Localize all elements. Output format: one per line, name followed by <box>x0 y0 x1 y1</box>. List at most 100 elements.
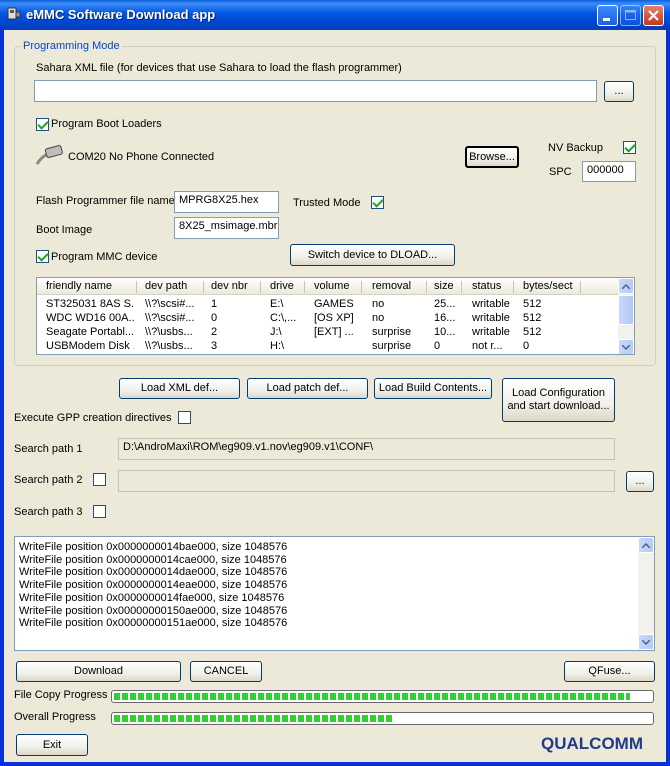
log-line: WriteFile position 0x00000000150ae000, s… <box>19 604 288 617</box>
nv-backup-label: NV Backup <box>548 142 604 154</box>
trusted-mode-checkbox[interactable] <box>371 196 384 209</box>
flash-programmer-label: Flash Programmer file name <box>36 195 175 207</box>
chevron-down-icon <box>642 639 650 645</box>
spc-input[interactable]: 000000 <box>582 161 636 182</box>
program-boot-loaders-checkbox[interactable] <box>36 118 49 131</box>
maximize-icon <box>625 10 636 20</box>
scroll-down-button[interactable] <box>638 634 654 650</box>
file-copy-progress-label: File Copy Progress <box>14 689 108 701</box>
scroll-thumb[interactable] <box>618 295 634 325</box>
sahara-xml-input[interactable] <box>34 80 597 102</box>
nv-backup-checkbox[interactable] <box>623 141 636 154</box>
scroll-down-button[interactable] <box>618 339 634 354</box>
table-cell: not r... <box>472 340 503 352</box>
table-cell: ST325031 8AS S... <box>46 298 134 310</box>
search-path-3-checkbox[interactable] <box>93 505 106 518</box>
search-path-1-input[interactable]: D:\AndroMaxi\ROM\eg909.v1.nov\eg909.v1\C… <box>118 438 615 460</box>
log-line: WriteFile position 0x0000000014dae000, s… <box>19 566 288 579</box>
table-cell: 512 <box>523 298 542 310</box>
table-cell: no <box>372 312 385 324</box>
exit-button[interactable]: Exit <box>16 734 88 756</box>
table-cell: [OS XP] <box>314 312 354 324</box>
maximize-button <box>620 5 641 26</box>
load-build-button[interactable]: Load Build Contents... <box>374 378 492 399</box>
table-cell: Seagate Portabl... <box>46 326 134 338</box>
file-copy-progress-bar <box>111 690 654 703</box>
table-cell: J:\ <box>270 326 282 338</box>
column-header[interactable]: removal <box>372 280 411 292</box>
log-output[interactable]: WriteFile position 0x0000000014bae000, s… <box>14 536 655 651</box>
log-line: WriteFile position 0x00000000151ae000, s… <box>19 617 288 630</box>
program-boot-loaders-label: Program Boot Loaders <box>51 118 162 130</box>
close-icon <box>648 10 659 21</box>
minimize-icon <box>603 18 610 21</box>
table-cell: C:\,... <box>270 312 297 324</box>
column-header[interactable]: dev path <box>145 280 187 292</box>
table-cell: 10... <box>434 326 456 338</box>
title-bar[interactable]: eMMC Software Download app <box>0 0 670 30</box>
chevron-up-icon <box>622 283 630 289</box>
table-cell: writable <box>472 312 510 324</box>
table-cell: 0 <box>434 340 441 352</box>
table-cell: \\?\usbs... <box>145 340 193 352</box>
flash-programmer-input[interactable]: MPRG8X25.hex <box>174 191 279 213</box>
sahara-browse-button[interactable]: ... <box>604 81 634 102</box>
overall-progress-fill <box>114 715 393 722</box>
scroll-up-button[interactable] <box>638 537 654 553</box>
log-line: WriteFile position 0x0000000014cae000, s… <box>19 553 287 566</box>
table-cell: surprise <box>372 326 412 338</box>
program-mmc-checkbox[interactable] <box>36 250 49 263</box>
column-header[interactable]: size <box>434 280 454 292</box>
search-path-2-browse-button[interactable]: ... <box>626 471 654 492</box>
minimize-button[interactable] <box>597 5 618 26</box>
window-title: eMMC Software Download app <box>26 7 216 22</box>
table-cell: 16... <box>434 312 456 324</box>
device-list-scrollbar[interactable] <box>618 278 634 354</box>
switch-dload-button[interactable]: Switch device to DLOAD... <box>290 244 455 266</box>
column-header[interactable]: status <box>472 280 501 292</box>
table-cell: 512 <box>523 312 542 324</box>
search-path-2-label: Search path 2 <box>14 474 83 486</box>
search-path-2-checkbox[interactable] <box>93 473 106 486</box>
download-button[interactable]: Download <box>16 661 181 682</box>
scroll-up-button[interactable] <box>618 278 634 294</box>
column-header[interactable]: bytes/sect <box>523 280 573 292</box>
device-list[interactable]: friendly name dev path dev nbr drive vol… <box>36 277 635 355</box>
column-header[interactable]: friendly name <box>46 280 112 292</box>
log-scrollbar[interactable] <box>638 537 654 650</box>
gpp-checkbox[interactable] <box>178 411 191 424</box>
load-patch-button[interactable]: Load patch def... <box>247 378 368 399</box>
device-list-header: friendly name dev path dev nbr drive vol… <box>37 278 634 295</box>
table-cell: 0 <box>523 340 530 352</box>
load-config-button[interactable]: Load Configuration and start download... <box>502 378 615 422</box>
column-header[interactable]: volume <box>314 280 349 292</box>
table-cell: E:\ <box>270 298 284 310</box>
cancel-button[interactable]: CANCEL <box>190 661 262 682</box>
search-path-1-label: Search path 1 <box>14 443 83 455</box>
file-copy-progress-fill <box>114 693 630 700</box>
gpp-label: Execute GPP creation directives <box>14 412 172 424</box>
table-cell: \\?\scsi#... <box>145 298 195 310</box>
table-cell: 1 <box>211 298 218 310</box>
trusted-mode-label: Trusted Mode <box>293 197 361 209</box>
overall-progress-bar <box>111 712 654 725</box>
table-cell: writable <box>472 298 510 310</box>
table-cell: WDC WD16 00A... <box>46 312 134 324</box>
table-cell: USBModem Disk ... <box>46 340 134 352</box>
table-cell: 0 <box>211 312 218 324</box>
table-cell: H:\ <box>270 340 285 352</box>
boot-image-input[interactable]: 8X25_msimage.mbr <box>174 217 279 239</box>
column-header[interactable]: drive <box>270 280 294 292</box>
table-cell: no <box>372 298 385 310</box>
log-line: WriteFile position 0x0000000014eae000, s… <box>19 579 288 592</box>
log-line: WriteFile position 0x0000000014bae000, s… <box>19 541 288 553</box>
close-button[interactable] <box>643 5 664 26</box>
program-mmc-label: Program MMC device <box>51 251 158 263</box>
qfuse-button[interactable]: QFuse... <box>564 661 655 682</box>
column-header[interactable]: dev nbr <box>211 280 248 292</box>
programming-mode-label: Programming Mode <box>21 40 122 52</box>
search-path-2-input[interactable] <box>118 470 615 492</box>
load-xml-button[interactable]: Load XML def... <box>119 378 240 399</box>
spc-label: SPC <box>549 166 572 178</box>
browse-button[interactable]: Browse... <box>465 146 519 168</box>
